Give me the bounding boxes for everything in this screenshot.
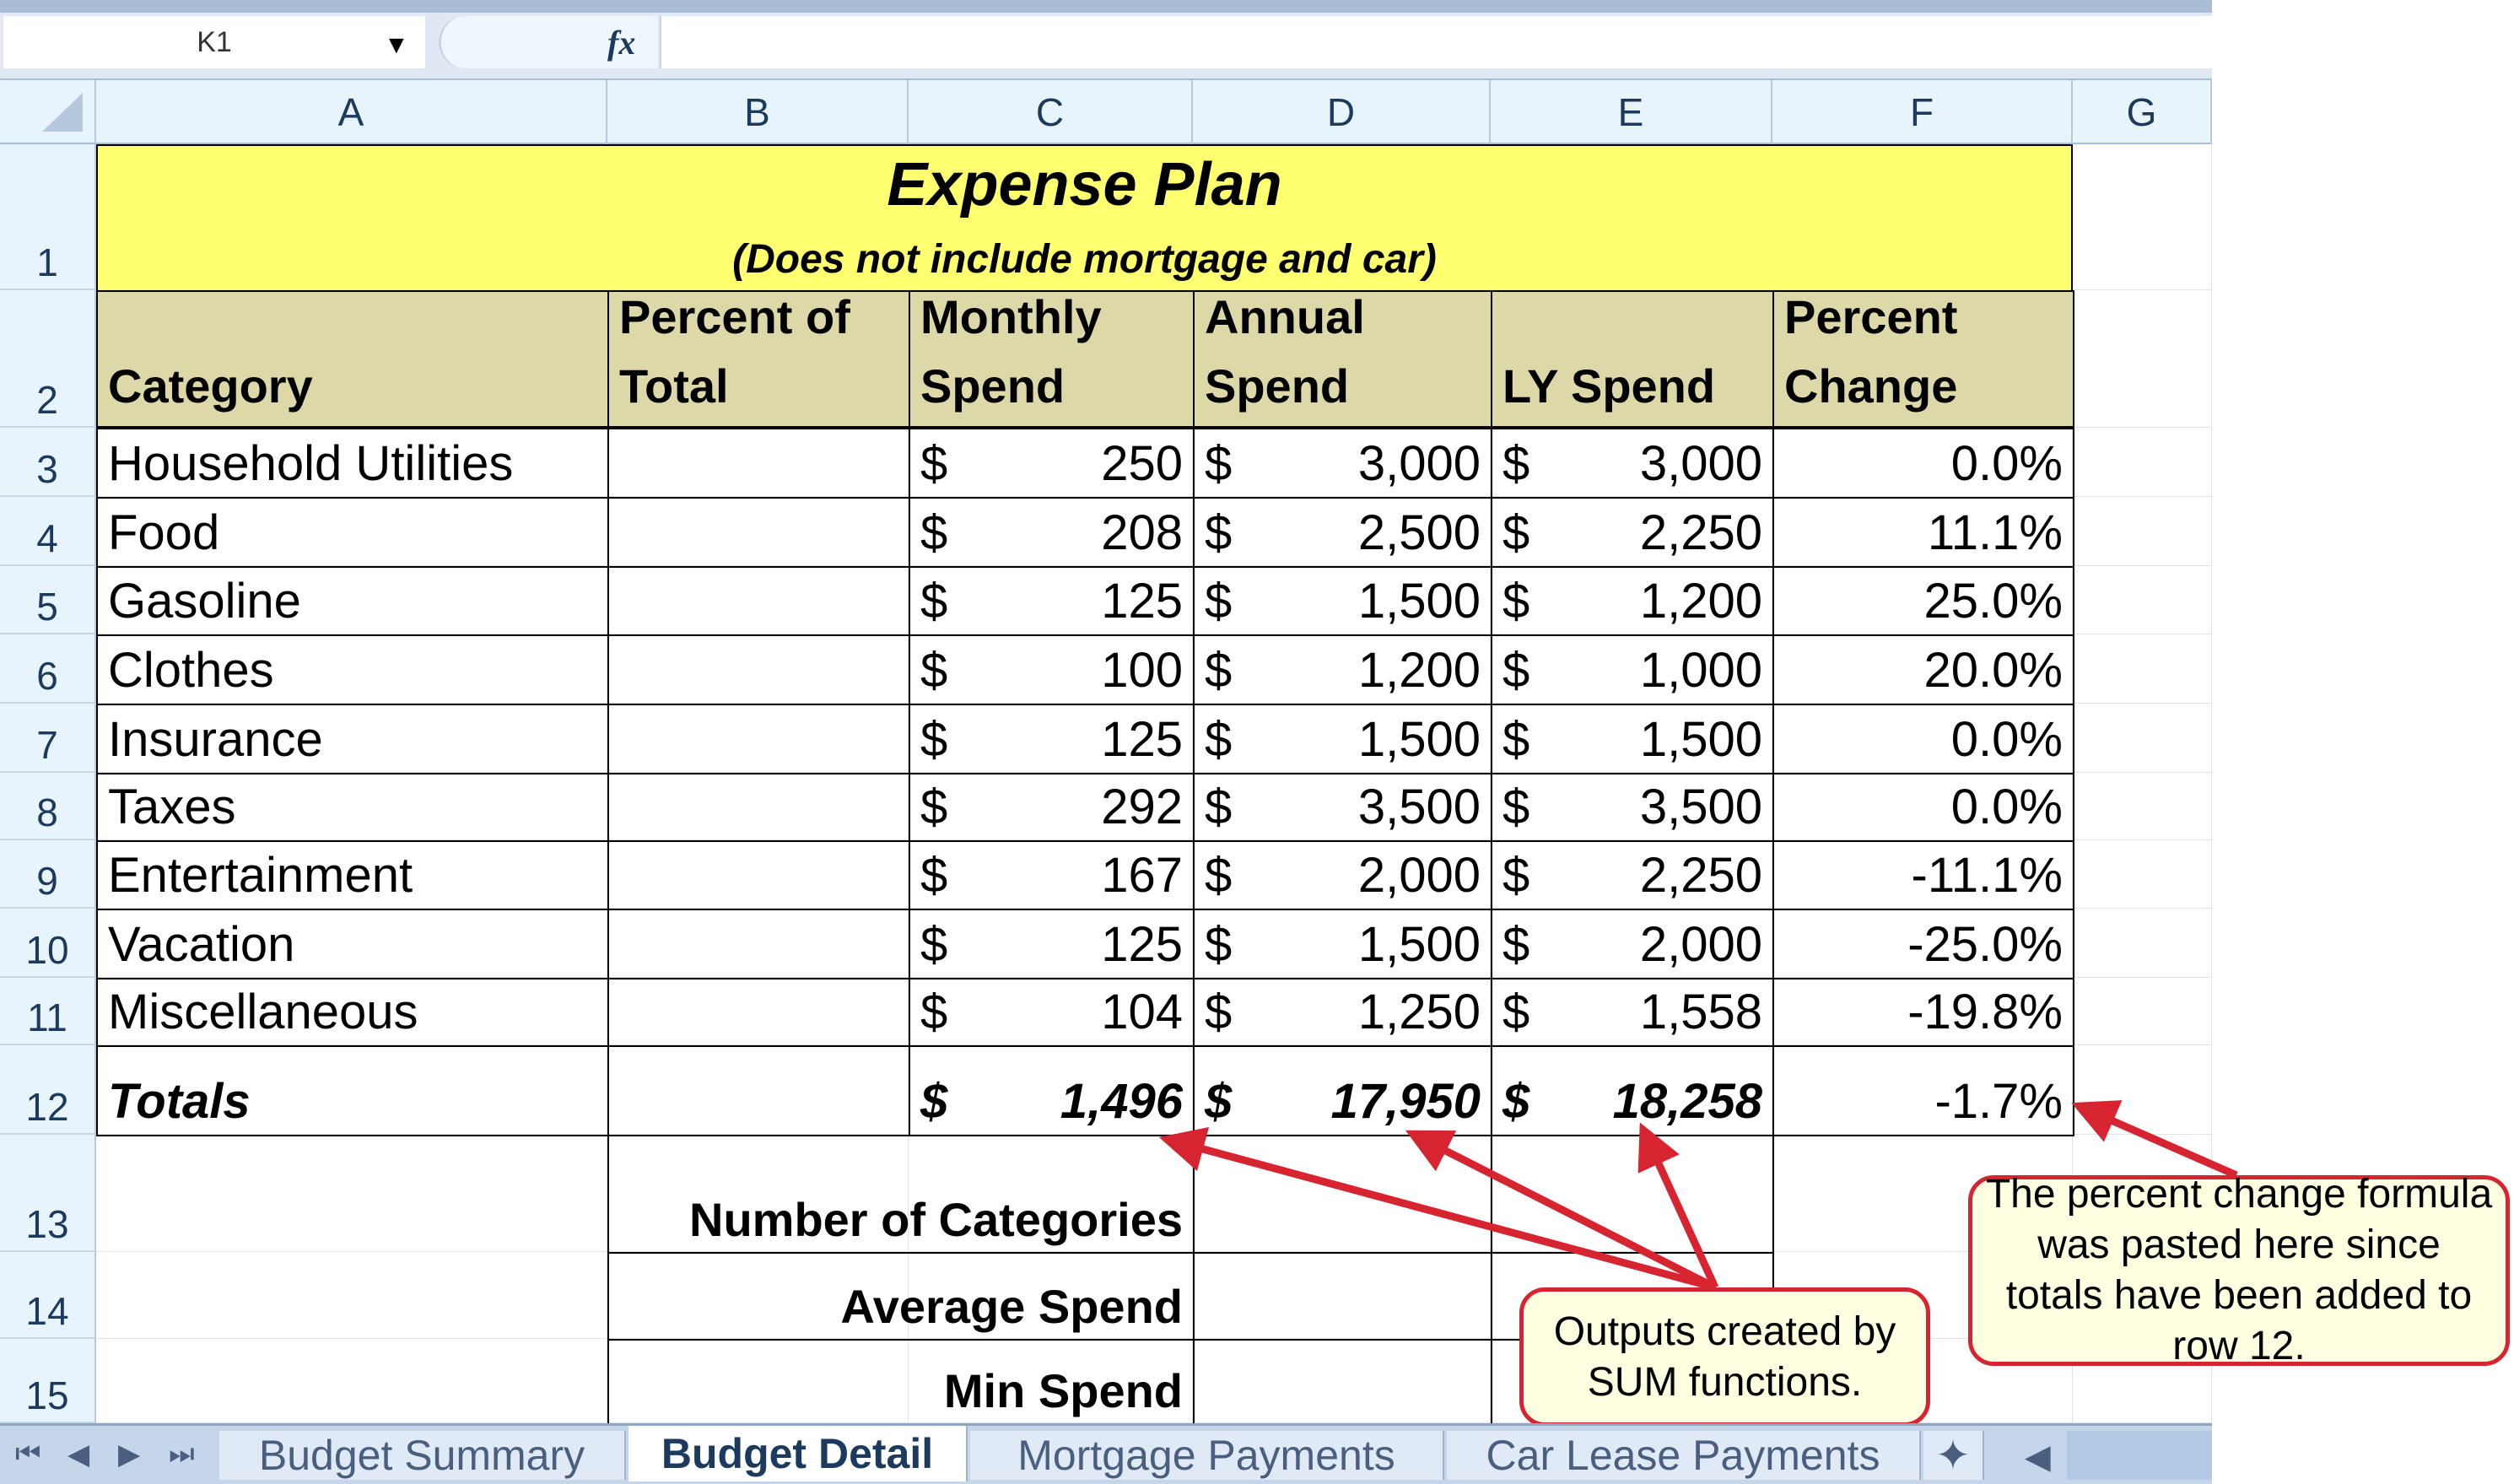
tab-mortgage-payments[interactable]: Mortgage Payments [970, 1431, 1444, 1480]
next-sheet-icon[interactable]: ▶ [118, 1438, 140, 1471]
arrow-to-annual-total [1405, 1130, 1718, 1292]
insert-sheet-icon[interactable]: ✦ [1923, 1431, 1984, 1480]
callout-sum-functions: Outputs created by SUM functions. [1519, 1287, 1930, 1427]
tab-budget-detail[interactable]: Budget Detail [628, 1426, 968, 1481]
arrow-to-ly-total [1637, 1122, 1719, 1289]
first-sheet-icon[interactable]: ⏮ [15, 1438, 41, 1471]
last-sheet-icon[interactable]: ⏭ [169, 1438, 195, 1471]
prev-sheet-icon[interactable]: ◀ [67, 1438, 89, 1471]
tab-car-lease-payments[interactable]: Car Lease Payments [1447, 1431, 1921, 1480]
sheet-tab-bar: ⏮ ◀ ▶ ⏭ Budget Summary Budget Detail Mor… [0, 1423, 2212, 1484]
arrow-to-monthly-total [1158, 1126, 1717, 1292]
horizontal-scrollbar[interactable] [2067, 1431, 2212, 1480]
callout-percent-change: The percent change formula was pasted he… [1968, 1172, 2510, 1368]
arrow-to-percent-total [2071, 1100, 2238, 1179]
tab-budget-summary[interactable]: Budget Summary [219, 1431, 626, 1480]
scroll-left-icon[interactable]: ◀ [2025, 1438, 2051, 1476]
